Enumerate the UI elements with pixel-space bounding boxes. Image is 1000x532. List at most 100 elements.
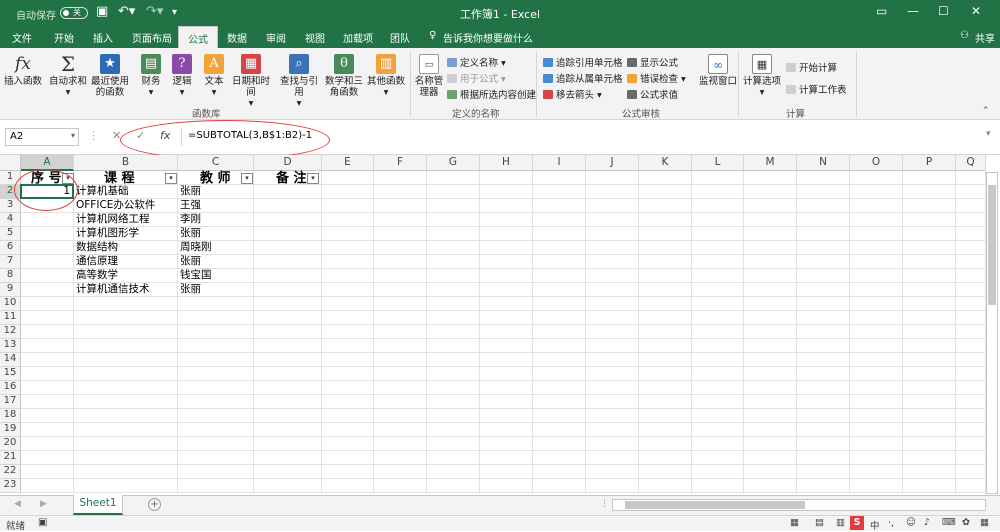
tab-addins[interactable]: 加载项 (343, 30, 373, 45)
share-icon[interactable]: ⚇ (960, 30, 969, 41)
column-header[interactable]: C (178, 155, 254, 171)
ime-logo-icon[interactable]: S (850, 516, 864, 530)
collapse-ribbon-icon[interactable]: ⌃ (982, 106, 990, 116)
table-header-cell[interactable]: 课 程 (104, 171, 135, 186)
evaluate-formula-button[interactable]: 公式求值 (627, 87, 678, 101)
ime-keyboard-icon[interactable]: ⌨ (942, 517, 956, 528)
row-header[interactable]: 17 (0, 395, 21, 409)
trace-precedents-button[interactable]: 追踪引用单元格 (543, 55, 623, 69)
cell-teacher[interactable]: 张丽 (178, 227, 201, 240)
tab-home[interactable]: 开始 (54, 30, 74, 45)
row-header[interactable]: 19 (0, 423, 21, 437)
column-header[interactable]: E (322, 155, 374, 171)
column-header[interactable]: K (639, 155, 692, 171)
error-checking-button[interactable]: 错误检查 ▾ (627, 71, 686, 85)
sheet-tab[interactable]: Sheet1 (73, 495, 123, 515)
cell-teacher[interactable]: 张丽 (178, 255, 201, 268)
datetime-button[interactable]: ▦ 日期和时间 ▾ (229, 54, 273, 109)
close-icon[interactable]: ✕ (971, 4, 981, 18)
tab-file[interactable]: 文件 (12, 30, 32, 45)
lookup-button[interactable]: ⌕ 查找与引用 ▾ (276, 54, 322, 109)
cell-course[interactable]: 计算机图形学 (74, 227, 139, 240)
watch-window-button[interactable]: ∞ 监视窗口 (696, 54, 740, 87)
expand-formula-icon[interactable]: ▾ (986, 129, 991, 139)
tab-review[interactable]: 审阅 (266, 30, 286, 45)
tab-view[interactable]: 视图 (305, 30, 325, 45)
row-header[interactable]: 6 (0, 241, 21, 255)
page-break-view-icon[interactable]: ▥ (836, 517, 845, 528)
ime-emoji-icon[interactable]: ☺ (906, 517, 916, 528)
filter-dropdown-icon[interactable]: ▾ (165, 173, 177, 184)
ime-punct-icon[interactable]: ·, (888, 518, 894, 529)
row-header[interactable]: 14 (0, 353, 21, 367)
column-header[interactable]: F (374, 155, 427, 171)
tell-me-search[interactable]: 告诉我你想要做什么 (443, 30, 533, 45)
create-from-selection-button[interactable]: 根据所选内容创建 (447, 87, 536, 101)
tab-formulas[interactable]: 公式 (178, 26, 218, 48)
row-header[interactable]: 22 (0, 465, 21, 479)
name-box[interactable]: A2 ▾ (5, 128, 79, 146)
row-header[interactable]: 11 (0, 311, 21, 325)
row-header[interactable]: 15 (0, 367, 21, 381)
column-header[interactable]: L (692, 155, 744, 171)
horizontal-scrollbar[interactable] (612, 499, 986, 511)
next-sheet-icon[interactable]: ▶ (40, 499, 47, 509)
column-header[interactable]: I (533, 155, 586, 171)
filter-dropdown-icon[interactable]: ▾ (241, 173, 253, 184)
calc-now-button[interactable]: 开始计算 (786, 60, 837, 74)
financial-button[interactable]: ▤ 财务 ▾ (136, 54, 166, 98)
minimize-icon[interactable]: — (907, 4, 919, 18)
row-header[interactable]: 13 (0, 339, 21, 353)
table-header-cell[interactable]: 备 注 (276, 171, 307, 186)
tab-data[interactable]: 数据 (227, 30, 247, 45)
row-header[interactable]: 16 (0, 381, 21, 395)
ribbon-display-icon[interactable]: ▭ (876, 4, 887, 18)
table-header-cell[interactable]: 教 师 (200, 171, 231, 186)
prev-sheet-icon[interactable]: ◀ (14, 499, 21, 509)
scroll-thumb[interactable] (625, 501, 805, 509)
cell-course[interactable]: 数据结构 (74, 241, 118, 254)
cell-course[interactable]: 计算机通信技术 (74, 283, 150, 296)
tab-insert[interactable]: 插入 (93, 30, 113, 45)
cell-teacher[interactable]: 钱宝国 (178, 269, 212, 282)
more-functions-button[interactable]: ▥ 其他函数 ▾ (366, 54, 406, 98)
cell-teacher[interactable]: 周晓刚 (178, 241, 212, 254)
calc-options-button[interactable]: ▦ 计算选项 ▾ (742, 54, 782, 98)
autosum-button[interactable]: Σ 自动求和 ▾ (48, 54, 88, 98)
column-header[interactable]: O (850, 155, 903, 171)
cell-course[interactable]: 高等数学 (74, 269, 118, 282)
column-header[interactable]: B (74, 155, 178, 171)
row-header[interactable]: 10 (0, 297, 21, 311)
column-header[interactable]: G (427, 155, 480, 171)
row-header[interactable]: 23 (0, 479, 21, 493)
cell-course[interactable]: 计算机网络工程 (74, 213, 150, 226)
row-header[interactable]: 9 (0, 283, 21, 297)
row-header[interactable]: 8 (0, 269, 21, 283)
cell-teacher[interactable]: 张丽 (178, 185, 201, 198)
text-button[interactable]: A 文本 ▾ (200, 54, 228, 98)
tab-team[interactable]: 团队 (390, 30, 410, 45)
column-header[interactable]: Q (956, 155, 986, 171)
cell-teacher[interactable]: 李刚 (178, 213, 201, 226)
insert-function-button[interactable]: fx 插入函数 (3, 54, 43, 87)
column-header[interactable]: H (480, 155, 533, 171)
row-header[interactable]: 5 (0, 227, 21, 241)
macro-record-icon[interactable]: ▣ (38, 517, 47, 528)
worksheet-grid[interactable]: A B C D E F G H I J K L M N O P Q 1 2 3 4 5 6 7 8 9 10 11 12 13 14 15 16… (0, 155, 1000, 495)
name-manager-button[interactable]: ▭ 名称管理器 (413, 54, 445, 98)
add-sheet-icon[interactable]: + (148, 498, 161, 511)
page-layout-view-icon[interactable]: ▤ (815, 517, 824, 528)
ime-skin-icon[interactable]: ✿ (962, 517, 970, 528)
define-name-button[interactable]: 定义名称 ▾ (447, 55, 506, 69)
cell-teacher[interactable]: 王强 (178, 199, 201, 212)
math-button[interactable]: θ 数学和三角函数 (324, 54, 364, 98)
calc-sheet-button[interactable]: 计算工作表 (786, 82, 847, 96)
select-all-corner[interactable] (0, 155, 21, 171)
column-header[interactable]: M (744, 155, 797, 171)
cell-course[interactable]: 计算机基础 (74, 185, 129, 198)
maximize-icon[interactable]: ☐ (938, 4, 949, 18)
ime-mic-icon[interactable]: ♪ (924, 517, 930, 528)
row-header[interactable]: 12 (0, 325, 21, 339)
ime-menu-icon[interactable]: ▦ (980, 517, 989, 528)
scroll-thumb[interactable] (988, 185, 996, 305)
